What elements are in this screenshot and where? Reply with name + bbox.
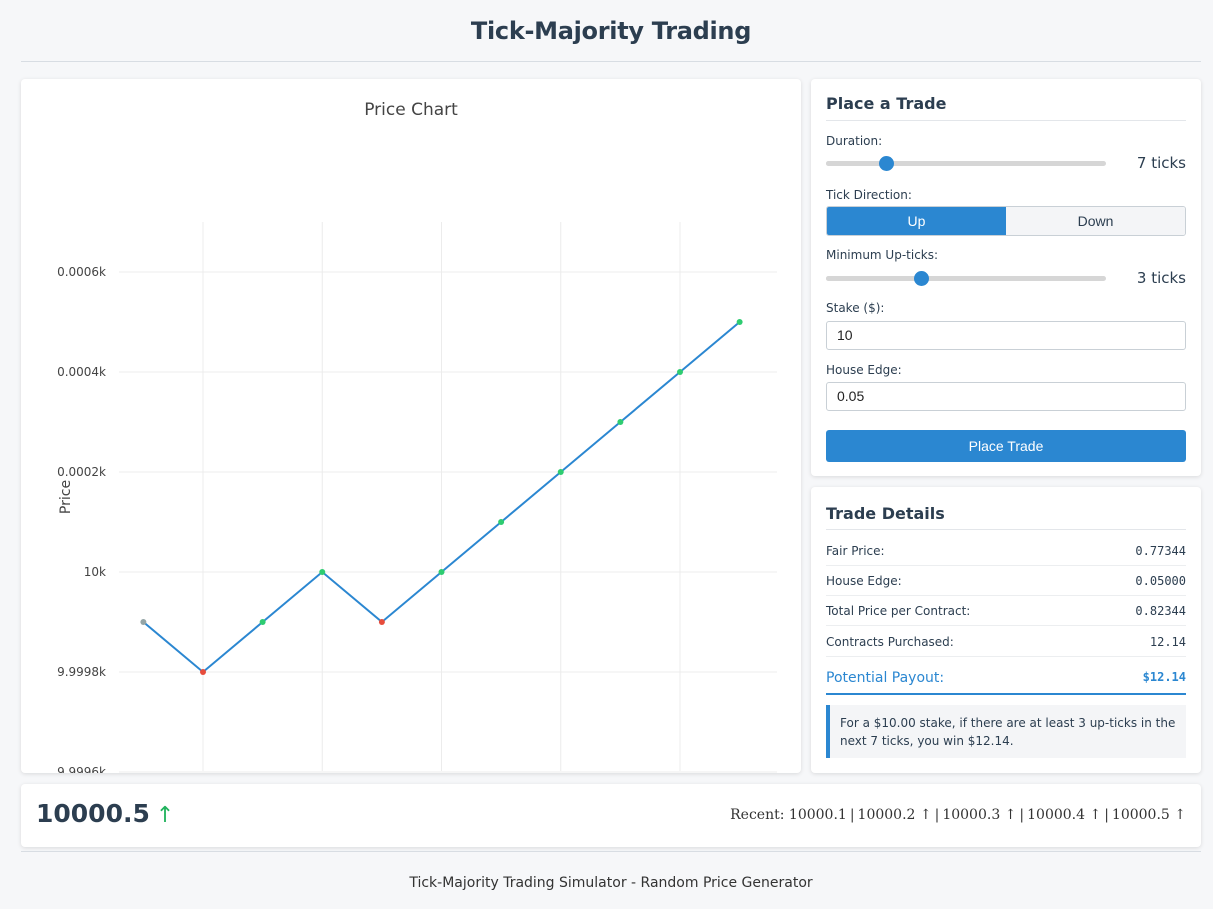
recent-label: Recent:: [730, 807, 785, 823]
detail-value: 0.82344: [1135, 604, 1186, 618]
price-point: [438, 569, 445, 575]
price-point: [200, 669, 206, 675]
recent-separator: |: [934, 807, 940, 823]
house-edge-input[interactable]: 0.05: [826, 382, 1186, 411]
tick-direction-label: Tick Direction:: [826, 188, 912, 202]
recent-separator: |: [849, 807, 855, 823]
price-point: [557, 469, 564, 475]
current-price: 10000.5 ↑: [36, 799, 174, 828]
detail-label: Fair Price:: [826, 544, 885, 558]
direction-up-button[interactable]: Up: [827, 207, 1006, 235]
duration-slider-thumb[interactable]: [878, 156, 894, 171]
min-upticks-value: 3 ticks: [1136, 269, 1186, 287]
price-point: [259, 619, 266, 625]
detail-value: 0.05000: [1135, 574, 1186, 588]
place-trade-button[interactable]: Place Trade: [826, 430, 1186, 462]
potential-payout-row: Potential Payout: $12.14: [826, 657, 1186, 695]
min-upticks-slider-fill: [826, 276, 922, 281]
payout-label: Potential Payout:: [826, 670, 945, 686]
detail-label: Total Price per Contract:: [826, 604, 971, 618]
price-point: [378, 619, 385, 625]
price-chart-card: Price Chart 2468109.9996k9.9998k10k0.000…: [21, 79, 801, 773]
app-header: Tick-Majority Trading: [21, 0, 1201, 62]
recent-separator: |: [1104, 807, 1109, 823]
detail-row-contracts: Contracts Purchased: 12.14: [826, 627, 1186, 657]
detail-row-house-edge: House Edge: 0.05000: [826, 566, 1186, 596]
y-tick-label: 0.0004k: [57, 365, 106, 379]
recent-price-item: 10000.5 ↑: [1111, 807, 1186, 823]
detail-label: Contracts Purchased:: [826, 635, 954, 649]
page-footer: Tick-Majority Trading Simulator - Random…: [21, 851, 1201, 909]
price-point: [319, 569, 326, 575]
min-upticks-label: Minimum Up-ticks:: [826, 248, 939, 262]
price-chart: 2468109.9996k9.9998k10k0.0002k0.0004k0.0…: [57, 222, 777, 773]
price-point: [677, 369, 683, 375]
stake-label: Stake ($):: [826, 301, 885, 315]
recent-price-item: 10000.3 ↑: [942, 807, 1017, 823]
stake-input[interactable]: 10: [826, 321, 1186, 350]
duration-label: Duration:: [826, 134, 883, 148]
detail-label: House Edge:: [826, 574, 902, 588]
recent-price-item: 10000.1: [788, 807, 847, 823]
detail-value: 12.14: [1149, 635, 1186, 649]
y-tick-label: 9.9998k: [57, 665, 106, 679]
detail-row-fair-price: Fair Price: 0.77344: [826, 536, 1186, 566]
house-edge-label: House Edge:: [826, 363, 902, 377]
direction-down-button[interactable]: Down: [1006, 207, 1185, 235]
y-axis-title: Price: [58, 480, 74, 514]
price-point: [736, 319, 743, 325]
y-tick-label: 0.0002k: [57, 465, 106, 479]
price-ticker-card: 10000.5 ↑ Recent: 10000.1 | 10000.2 ↑ | 10000…: [21, 784, 1201, 847]
page-title: Tick-Majority Trading: [470, 17, 752, 45]
duration-slider-fill: [826, 161, 886, 166]
trade-details-title: Trade Details: [826, 504, 1186, 530]
min-upticks-slider[interactable]: [826, 271, 1106, 286]
price-point: [617, 419, 624, 425]
detail-value: 0.77344: [1135, 544, 1186, 558]
place-trade-card: Place a Trade Duration: 7 ticks Tick Dir…: [811, 79, 1201, 476]
duration-slider[interactable]: [826, 156, 1106, 171]
place-trade-title: Place a Trade: [826, 94, 1186, 121]
y-tick-label: 0.0006k: [57, 265, 106, 279]
tick-direction-toggle: Up Down: [826, 206, 1186, 236]
detail-row-total-price: Total Price per Contract: 0.82344: [826, 596, 1186, 626]
price-point: [140, 619, 147, 625]
y-tick-label: 9.9996k: [57, 765, 106, 773]
recent-price-item: 10000.4 ↑: [1027, 807, 1102, 823]
y-tick-label: 10k: [84, 565, 106, 579]
price-point: [498, 519, 505, 525]
recent-price-item: 10000.2 ↑: [857, 807, 932, 823]
min-upticks-slider-thumb[interactable]: [914, 271, 930, 286]
trade-details-card: Trade Details Fair Price: 0.77344 House …: [811, 487, 1201, 773]
payout-value: $12.14: [1142, 670, 1186, 684]
recent-separator: |: [1019, 807, 1025, 823]
arrow-up-icon: ↑: [155, 803, 175, 828]
recent-prices: Recent: 10000.1 | 10000.2 ↑ | 10000.3 ↑ | 1000…: [730, 807, 1186, 823]
current-price-value: 10000.5: [36, 799, 150, 828]
trade-summary-note: For a $10.00 stake, if there are at leas…: [826, 705, 1186, 758]
duration-value: 7 ticks: [1136, 154, 1186, 172]
